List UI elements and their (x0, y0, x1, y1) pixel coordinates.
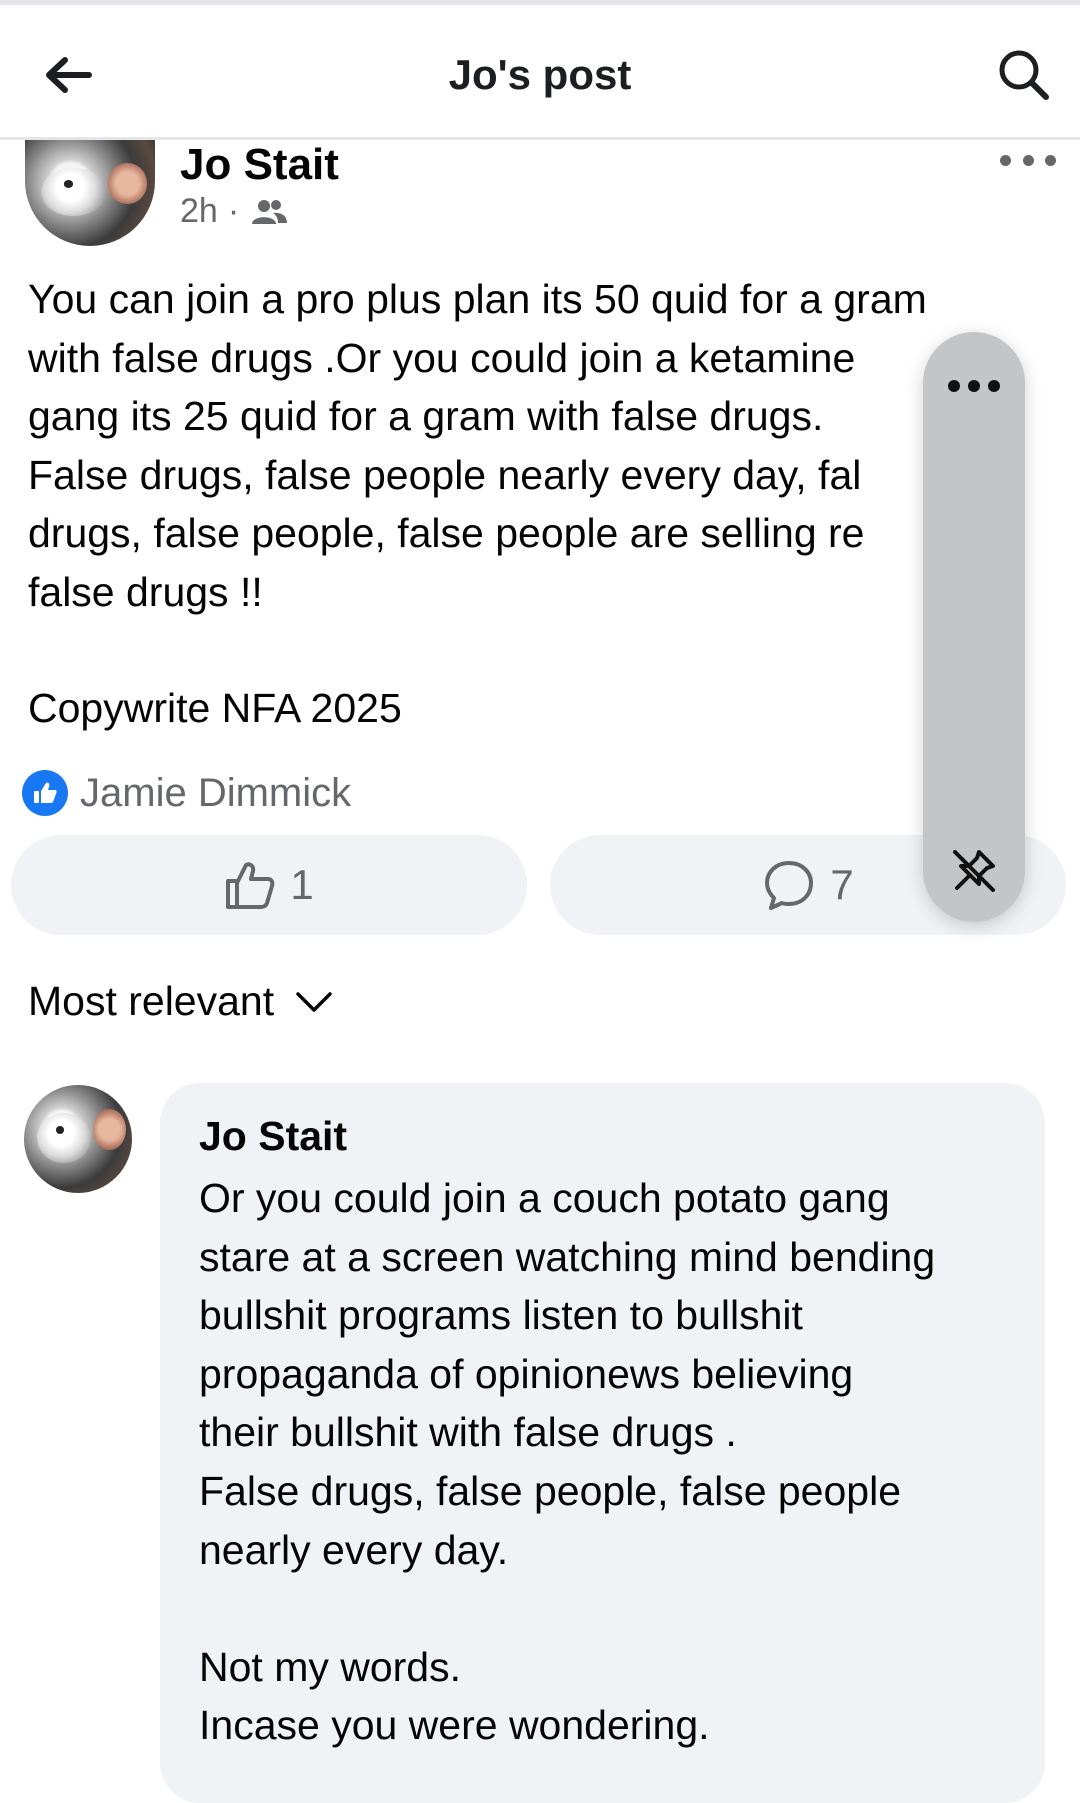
like-button[interactable]: 1 (11, 835, 527, 935)
avatar-pet-image (36, 1113, 91, 1163)
more-dot-icon (988, 380, 1000, 392)
unpin-icon (953, 850, 995, 892)
meta-separator: · (227, 192, 240, 230)
more-dot-icon (968, 380, 980, 392)
post-time[interactable]: 2h (180, 192, 218, 231)
more-dot-icon (1022, 154, 1034, 166)
overlay-menu-button[interactable] (948, 380, 1000, 394)
like-reaction-icon (22, 770, 68, 816)
chevron-down-icon (296, 991, 332, 1012)
avatar-person-image (108, 163, 148, 204)
comment-avatar[interactable] (24, 1085, 132, 1193)
post-text: You can join a pro plus plan its 50 quid… (28, 276, 927, 615)
avatar[interactable] (25, 140, 155, 246)
post-author-name[interactable]: Jo Stait (180, 140, 339, 190)
post-more-button[interactable] (1000, 148, 1056, 172)
comment-author-name[interactable]: Jo Stait (199, 1113, 347, 1160)
search-button[interactable] (992, 43, 1056, 107)
search-icon (999, 50, 1049, 100)
comment-bubble-icon (765, 861, 814, 910)
more-dot-icon (1045, 154, 1056, 166)
like-count: 1 (290, 861, 314, 908)
sort-label: Most relevant (28, 978, 275, 1024)
avatar-person-image (93, 1108, 126, 1150)
avatar-eye (56, 1126, 64, 1134)
thumbs-up-icon (226, 862, 275, 909)
page-title: Jo's post (448, 51, 632, 98)
friends-icon (252, 199, 288, 224)
top-bar: Jo's post (0, 5, 1080, 140)
comment-count: 7 (830, 861, 854, 908)
post-meta: 2h · (180, 192, 289, 231)
overlay-unpin-button[interactable] (947, 844, 1001, 898)
comment-text: Or you could join a couch potato gang st… (199, 1175, 936, 1749)
more-dot-icon (1000, 154, 1011, 166)
avatar-eye (64, 180, 74, 188)
liker-name: Jamie Dimmick (80, 770, 352, 815)
more-dot-icon (948, 380, 960, 392)
reactions-summary[interactable]: Jamie Dimmick (22, 770, 351, 816)
floating-overlay-bar[interactable] (923, 332, 1025, 922)
comment-bubble: Jo Stait Or you could join a couch potat… (160, 1083, 1045, 1803)
post-copyright-line: Copywrite NFA 2025 (28, 685, 402, 731)
post-header: Jo Stait 2h · (0, 140, 1080, 250)
avatar-pet-image (40, 167, 106, 217)
comment-sort-dropdown[interactable]: Most relevant (28, 978, 334, 1025)
